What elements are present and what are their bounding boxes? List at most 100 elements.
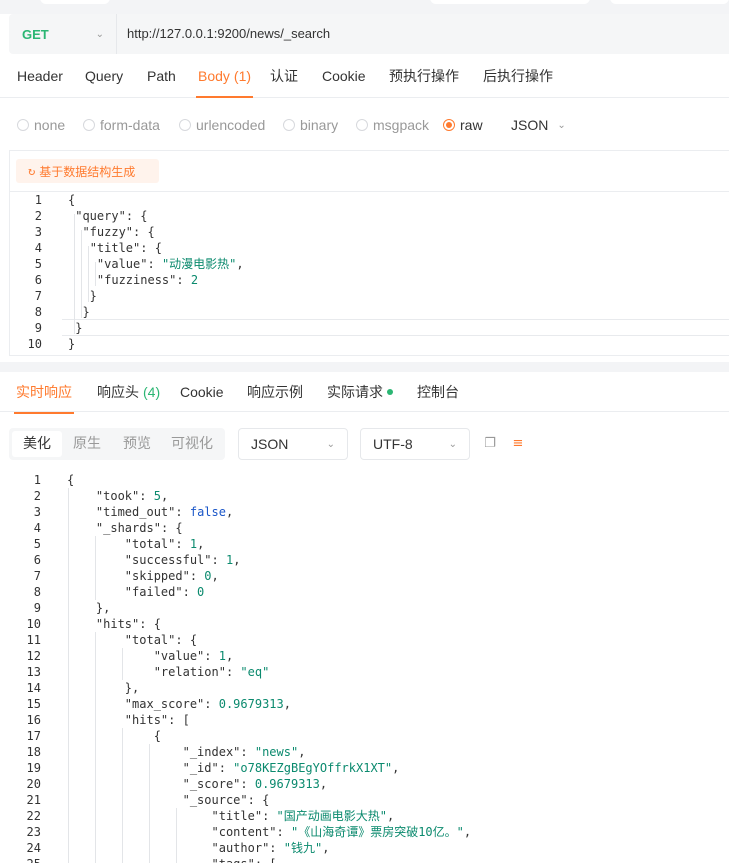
previous-tab-stub bbox=[610, 0, 729, 4]
line-number: 10 bbox=[26, 617, 41, 631]
line-number: 11 bbox=[26, 633, 41, 647]
tab-path[interactable]: Path bbox=[147, 62, 176, 98]
tab-cookie[interactable]: Cookie bbox=[322, 62, 366, 98]
line-number: 10 bbox=[27, 337, 42, 351]
tab-actual-request[interactable]: 实际请求 bbox=[327, 378, 393, 414]
code-line: "value": "动漫电影热", bbox=[96, 257, 244, 271]
code-line: "took": 5, bbox=[95, 489, 169, 503]
code-line: "successful": 1, bbox=[124, 553, 241, 567]
radio-binary[interactable]: binary bbox=[283, 114, 338, 136]
url-input[interactable]: http://127.0.0.1:9200/news/_search bbox=[127, 14, 330, 54]
view-pretty[interactable]: 美化 bbox=[12, 431, 62, 457]
line-number: 16 bbox=[26, 713, 41, 727]
chevron-down-icon: ⌄ bbox=[326, 438, 335, 450]
line-number: 8 bbox=[33, 585, 41, 599]
radio-raw[interactable]: raw bbox=[443, 114, 483, 136]
status-dot-icon bbox=[387, 389, 393, 396]
response-body-viewer[interactable]: 1 {2 "took": 5, 3 "timed_out": false, 4 "_s… bbox=[0, 472, 729, 863]
view-mode-switch: 美化 原生 预览 可视化 bbox=[9, 428, 225, 460]
tab-post-request[interactable]: 后执行操作 bbox=[483, 62, 553, 98]
code-line: "skipped": 0, bbox=[124, 569, 219, 583]
radio-none[interactable]: none bbox=[17, 114, 65, 136]
view-visualize[interactable]: 可视化 bbox=[162, 431, 222, 457]
code-line: "_score": 0.9679313, bbox=[182, 777, 328, 791]
line-number: 2 bbox=[34, 209, 42, 223]
tab-header[interactable]: Header bbox=[17, 62, 63, 98]
method-label: GET bbox=[22, 26, 49, 42]
wrap-lines-icon[interactable]: ≡ bbox=[510, 436, 526, 452]
line-number: 1 bbox=[34, 193, 42, 207]
line-number: 6 bbox=[34, 273, 42, 287]
line-number: 17 bbox=[26, 729, 41, 743]
code-line: { bbox=[67, 473, 75, 487]
line-number: 13 bbox=[26, 665, 41, 679]
line-number: 3 bbox=[33, 505, 41, 519]
line-number: 3 bbox=[34, 225, 42, 239]
line-number: 4 bbox=[33, 521, 41, 535]
line-number: 14 bbox=[26, 681, 41, 695]
generate-from-schema-button[interactable]: ↻ 基于数据结构生成 bbox=[16, 159, 159, 183]
line-number: 22 bbox=[26, 809, 41, 823]
code-line: { bbox=[68, 193, 76, 207]
method-select[interactable]: GET ⌄ bbox=[9, 14, 117, 54]
chevron-down-icon: ⌄ bbox=[95, 28, 104, 40]
tab-query[interactable]: Query bbox=[85, 62, 123, 98]
tab-console[interactable]: 控制台 bbox=[417, 378, 459, 414]
chevron-down-icon: ⌄ bbox=[448, 438, 457, 450]
code-line: "_shards": { bbox=[95, 521, 183, 535]
tab-response-example[interactable]: 响应示例 bbox=[247, 378, 303, 414]
previous-tab-stub bbox=[430, 0, 590, 4]
line-number: 25 bbox=[11, 856, 41, 863]
body-count: (1) bbox=[233, 68, 252, 84]
tab-realtime-response[interactable]: 实时响应 bbox=[14, 378, 74, 414]
copy-icon[interactable]: ❐ bbox=[482, 436, 498, 452]
line-number: 9 bbox=[33, 601, 41, 615]
code-line: "fuzziness": 2 bbox=[96, 273, 199, 287]
line-number: 7 bbox=[34, 289, 42, 303]
code-line: "tags": [ bbox=[67, 856, 277, 863]
response-encoding-select[interactable]: UTF-8 ⌄ bbox=[360, 428, 470, 460]
section-divider bbox=[0, 362, 729, 372]
code-line: } bbox=[68, 289, 97, 303]
view-raw[interactable]: 原生 bbox=[62, 431, 112, 457]
code-line: "_source": { bbox=[182, 793, 270, 807]
line-number: 6 bbox=[33, 553, 41, 567]
tab-response-headers[interactable]: 响应头 (4) bbox=[97, 378, 160, 414]
line-number: 15 bbox=[26, 697, 41, 711]
raw-format-select[interactable]: JSON ⌄ bbox=[511, 114, 566, 136]
code-line: "fuzzy": { bbox=[82, 225, 155, 239]
line-number: 5 bbox=[33, 537, 41, 551]
tab-auth[interactable]: 认证 bbox=[270, 62, 298, 98]
response-tabs: 实时响应 响应头 (4) Cookie 响应示例 实际请求 控制台 bbox=[0, 378, 729, 414]
chevron-down-icon: ⌄ bbox=[557, 119, 566, 131]
code-line: "relation": "eq" bbox=[153, 665, 270, 679]
code-line: "timed_out": false, bbox=[95, 505, 234, 519]
tab-response-cookie[interactable]: Cookie bbox=[180, 378, 224, 414]
view-preview[interactable]: 预览 bbox=[112, 431, 162, 457]
code-line: "title": "国产动画电影大热", bbox=[211, 809, 395, 823]
code-line: "query": { bbox=[75, 209, 148, 223]
radio-urlencoded[interactable]: urlencoded bbox=[179, 114, 265, 136]
radio-circle-icon bbox=[179, 119, 191, 131]
current-line-highlight bbox=[62, 319, 729, 336]
code-line: }, bbox=[67, 601, 111, 615]
headers-count: (4) bbox=[143, 384, 161, 400]
code-line: "total": 1, bbox=[124, 537, 205, 551]
previous-tab-stub bbox=[40, 0, 110, 4]
code-line: "failed": 0 bbox=[124, 585, 205, 599]
line-number: 4 bbox=[34, 241, 42, 255]
code-line: "title": { bbox=[89, 241, 162, 255]
line-number: 20 bbox=[26, 777, 41, 791]
radio-msgpack[interactable]: msgpack bbox=[356, 114, 429, 136]
tab-body[interactable]: Body (1) bbox=[195, 62, 254, 98]
request-body-editor[interactable]: ↻ 基于数据结构生成 1 {2 "query": { 3 "fuzzy": { 4 "t… bbox=[9, 150, 729, 356]
radio-form-data[interactable]: form-data bbox=[83, 114, 160, 136]
response-format-select[interactable]: JSON ⌄ bbox=[238, 428, 348, 460]
tab-pre-request[interactable]: 预执行操作 bbox=[389, 62, 459, 98]
request-tabs: Header Query Path Body (1) 认证 Cookie 预执行操… bbox=[0, 62, 729, 98]
top-strip bbox=[0, 0, 729, 14]
radio-circle-icon bbox=[83, 119, 95, 131]
code-line: "max_score": 0.9679313, bbox=[124, 697, 291, 711]
code-line: "content": "《山海奇谭》票房突破10亿。", bbox=[211, 825, 472, 839]
code-line: } bbox=[68, 305, 90, 319]
